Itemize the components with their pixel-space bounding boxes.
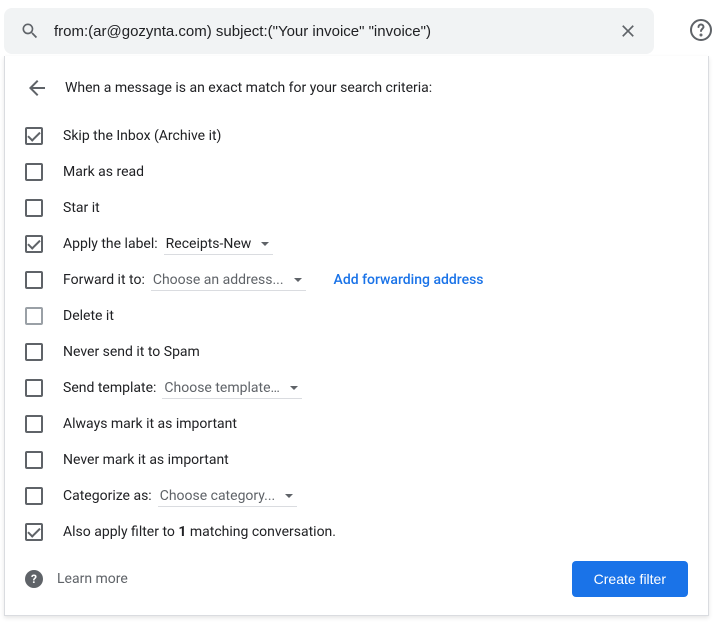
back-arrow-icon[interactable] <box>25 76 49 100</box>
chevron-down-icon <box>261 242 269 246</box>
close-icon[interactable] <box>618 21 638 41</box>
label-never-spam: Never send it to Spam <box>63 344 200 360</box>
label-never-important: Never mark it as important <box>63 452 229 468</box>
dropdown-value: Choose category... <box>160 488 276 504</box>
checkbox-forward[interactable] <box>25 271 43 289</box>
checkbox-mark-read[interactable] <box>25 163 43 181</box>
checkbox-star[interactable] <box>25 199 43 217</box>
chevron-down-icon <box>285 494 293 498</box>
option-apply-label: Apply the label: Receipts-New <box>25 226 688 262</box>
checkbox-delete[interactable] <box>25 307 43 325</box>
search-icon[interactable] <box>20 21 40 41</box>
dropdown-value: Choose template… <box>164 380 279 396</box>
checkbox-template[interactable] <box>25 379 43 397</box>
option-never-spam: Never send it to Spam <box>25 334 688 370</box>
filter-panel: When a message is an exact match for you… <box>4 56 709 616</box>
label-skip-inbox: Skip the Inbox (Archive it) <box>63 128 221 144</box>
also-apply-suffix: matching conversation. <box>186 524 336 540</box>
dropdown-value: Choose an address... <box>153 272 284 288</box>
checkbox-never-important[interactable] <box>25 451 43 469</box>
learn-more-text: Learn more <box>57 571 128 587</box>
dropdown-template[interactable]: Choose template… <box>162 378 301 399</box>
options-list: Skip the Inbox (Archive it) Mark as read… <box>5 118 708 550</box>
option-skip-inbox: Skip the Inbox (Archive it) <box>25 118 688 154</box>
label-forward: Forward it to: <box>63 272 145 288</box>
checkbox-categorize[interactable] <box>25 487 43 505</box>
checkbox-skip-inbox[interactable] <box>25 127 43 145</box>
option-star: Star it <box>25 190 688 226</box>
option-mark-read: Mark as read <box>25 154 688 190</box>
option-also-apply: Also apply filter to 1 matching conversa… <box>25 514 688 550</box>
option-delete: Delete it <box>25 298 688 334</box>
dropdown-apply-label[interactable]: Receipts-New <box>164 234 274 255</box>
option-categorize: Categorize as: Choose category... <box>25 478 688 514</box>
chevron-down-icon <box>290 386 298 390</box>
label-always-important: Always mark it as important <box>63 416 237 432</box>
help-icon[interactable] <box>689 18 713 42</box>
panel-footer: ? Learn more Create filter <box>25 561 688 597</box>
panel-header: When a message is an exact match for you… <box>5 76 708 118</box>
search-bar <box>4 8 654 54</box>
search-input[interactable] <box>54 23 618 40</box>
dropdown-categorize[interactable]: Choose category... <box>158 486 298 507</box>
create-filter-button[interactable]: Create filter <box>572 561 688 597</box>
checkbox-never-spam[interactable] <box>25 343 43 361</box>
label-categorize: Categorize as: <box>63 488 152 504</box>
label-template: Send template: <box>63 380 156 396</box>
checkbox-always-important[interactable] <box>25 415 43 433</box>
option-always-important: Always mark it as important <box>25 406 688 442</box>
help-filled-icon: ? <box>25 570 43 588</box>
checkbox-apply-label[interactable] <box>25 235 43 253</box>
learn-more-link[interactable]: ? Learn more <box>25 570 128 588</box>
dropdown-forward[interactable]: Choose an address... <box>151 270 306 291</box>
label-apply-label: Apply the label: <box>63 236 158 252</box>
dropdown-value: Receipts-New <box>166 236 252 252</box>
link-add-forwarding[interactable]: Add forwarding address <box>334 272 484 288</box>
label-mark-read: Mark as read <box>63 164 144 180</box>
label-delete: Delete it <box>63 308 114 324</box>
option-forward: Forward it to: Choose an address... Add … <box>25 262 688 298</box>
label-star: Star it <box>63 200 100 216</box>
option-never-important: Never mark it as important <box>25 442 688 478</box>
panel-header-text: When a message is an exact match for you… <box>65 80 432 96</box>
label-also-apply: Also apply filter to 1 matching conversa… <box>63 524 336 540</box>
checkbox-also-apply[interactable] <box>25 523 43 541</box>
also-apply-prefix: Also apply filter to <box>63 524 178 540</box>
option-template: Send template: Choose template… <box>25 370 688 406</box>
chevron-down-icon <box>294 278 302 282</box>
